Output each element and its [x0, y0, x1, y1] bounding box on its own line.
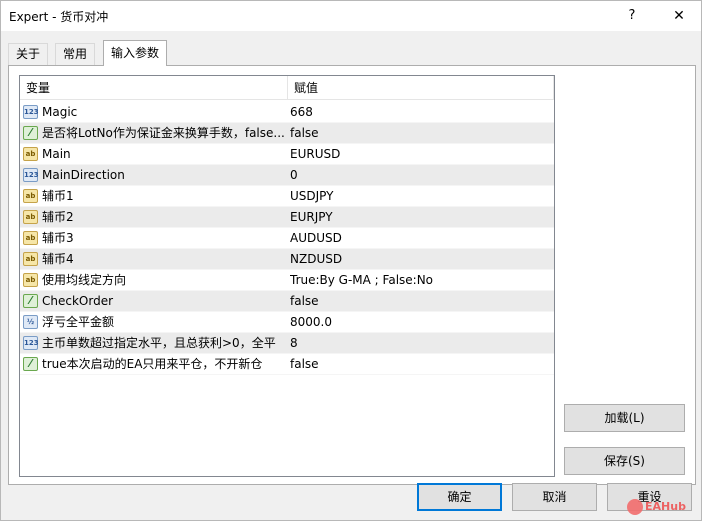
expert-dialog: Expert - 货币对冲 ? ✕ 关于 常用 输入参数 变量 赋值 123 Ma…	[0, 0, 702, 521]
string-icon: ab	[23, 231, 38, 245]
double-icon: ½	[23, 315, 38, 329]
cancel-button[interactable]: 取消	[512, 483, 597, 511]
string-icon: ab	[23, 273, 38, 287]
int-icon: 123	[23, 105, 39, 119]
param-name: 主币单数超过指定水平，且总获利>0，全平	[42, 336, 276, 350]
ok-button[interactable]: 确定	[417, 483, 502, 511]
header-value[interactable]: 赋值	[288, 76, 554, 100]
table-row[interactable]: ab 辅币2 EURJPY	[20, 207, 554, 228]
param-value[interactable]: 8	[290, 333, 554, 354]
table-row[interactable]: ab 辅币3 AUDUSD	[20, 228, 554, 249]
parameters-grid[interactable]: 变量 赋值 123 Magic 668 ⁄ 是否将LotNo作为保证金来换算手数，fal…	[19, 75, 555, 477]
param-value[interactable]: 8000.0	[290, 312, 554, 333]
eahub-watermark: EAHub	[627, 499, 697, 517]
title-bar: Expert - 货币对冲 ? ✕	[1, 1, 701, 31]
param-value[interactable]: false	[290, 291, 554, 312]
table-row[interactable]: ⁄ CheckOrder false	[20, 291, 554, 312]
param-value[interactable]: 668	[290, 102, 554, 123]
param-value[interactable]: AUDUSD	[290, 228, 554, 249]
param-name: Main	[42, 147, 71, 161]
string-icon: ab	[23, 210, 38, 224]
param-value[interactable]: EURUSD	[290, 144, 554, 165]
table-row[interactable]: ab Main EURUSD	[20, 144, 554, 165]
string-icon: ab	[23, 189, 38, 203]
param-name: CheckOrder	[42, 294, 114, 308]
watermark-text: EAHub	[645, 500, 686, 513]
param-value[interactable]: false	[290, 354, 554, 375]
window-title: Expert - 货币对冲	[9, 10, 109, 24]
close-button[interactable]: ✕	[657, 1, 701, 31]
bool-icon: ⁄	[23, 294, 38, 308]
tab-common[interactable]: 常用	[55, 43, 96, 65]
string-icon: ab	[23, 147, 38, 161]
table-row[interactable]: ⁄ 是否将LotNo作为保证金来换算手数，false... false	[20, 123, 554, 144]
param-name: 浮亏全平金额	[42, 315, 115, 329]
param-name: 是否将LotNo作为保证金来换算手数，false...	[42, 126, 285, 140]
table-row[interactable]: ab 辅币1 USDJPY	[20, 186, 554, 207]
param-name: 辅币2	[42, 210, 74, 224]
table-row[interactable]: 123 Magic 668	[20, 102, 554, 123]
param-name: true本次启动的EA只用来平仓，不开新仓	[42, 357, 263, 371]
tab-about[interactable]: 关于	[8, 43, 49, 65]
help-button[interactable]: ?	[615, 1, 649, 31]
grid-header: 变量 赋值	[20, 76, 554, 100]
table-row[interactable]: ⁄ true本次启动的EA只用来平仓，不开新仓 false	[20, 354, 554, 375]
param-value[interactable]: 0	[290, 165, 554, 186]
param-name: Magic	[42, 105, 78, 119]
param-value[interactable]: True:By G-MA ; False:No	[290, 270, 554, 291]
param-value[interactable]: false	[290, 123, 554, 144]
int-icon: 123	[23, 168, 39, 182]
eahub-logo-icon	[627, 499, 643, 515]
param-name: MainDirection	[42, 168, 125, 182]
param-name: 辅币3	[42, 231, 74, 245]
table-row[interactable]: 123 MainDirection 0	[20, 165, 554, 186]
param-name: 使用均线定方向	[42, 273, 127, 287]
param-name: 辅币1	[42, 189, 74, 203]
load-button[interactable]: 加载(L)	[564, 404, 685, 432]
save-button[interactable]: 保存(S)	[564, 447, 685, 475]
param-value[interactable]: USDJPY	[290, 186, 554, 207]
string-icon: ab	[23, 252, 38, 266]
grid-rows: 123 Magic 668 ⁄ 是否将LotNo作为保证金来换算手数，false... f…	[20, 102, 554, 375]
table-row[interactable]: ab 辅币4 NZDUSD	[20, 249, 554, 270]
param-name: 辅币4	[42, 252, 74, 266]
int-icon: 123	[23, 336, 39, 350]
tab-inputs[interactable]: 输入参数	[103, 40, 168, 66]
table-row[interactable]: ½ 浮亏全平金额 8000.0	[20, 312, 554, 333]
bool-icon: ⁄	[23, 126, 38, 140]
bool-icon: ⁄	[23, 357, 38, 371]
table-row[interactable]: 123 主币单数超过指定水平，且总获利>0，全平 8	[20, 333, 554, 354]
table-row[interactable]: ab 使用均线定方向 True:By G-MA ; False:No	[20, 270, 554, 291]
param-value[interactable]: NZDUSD	[290, 249, 554, 270]
param-value[interactable]: EURJPY	[290, 207, 554, 228]
header-variable[interactable]: 变量	[20, 76, 288, 100]
